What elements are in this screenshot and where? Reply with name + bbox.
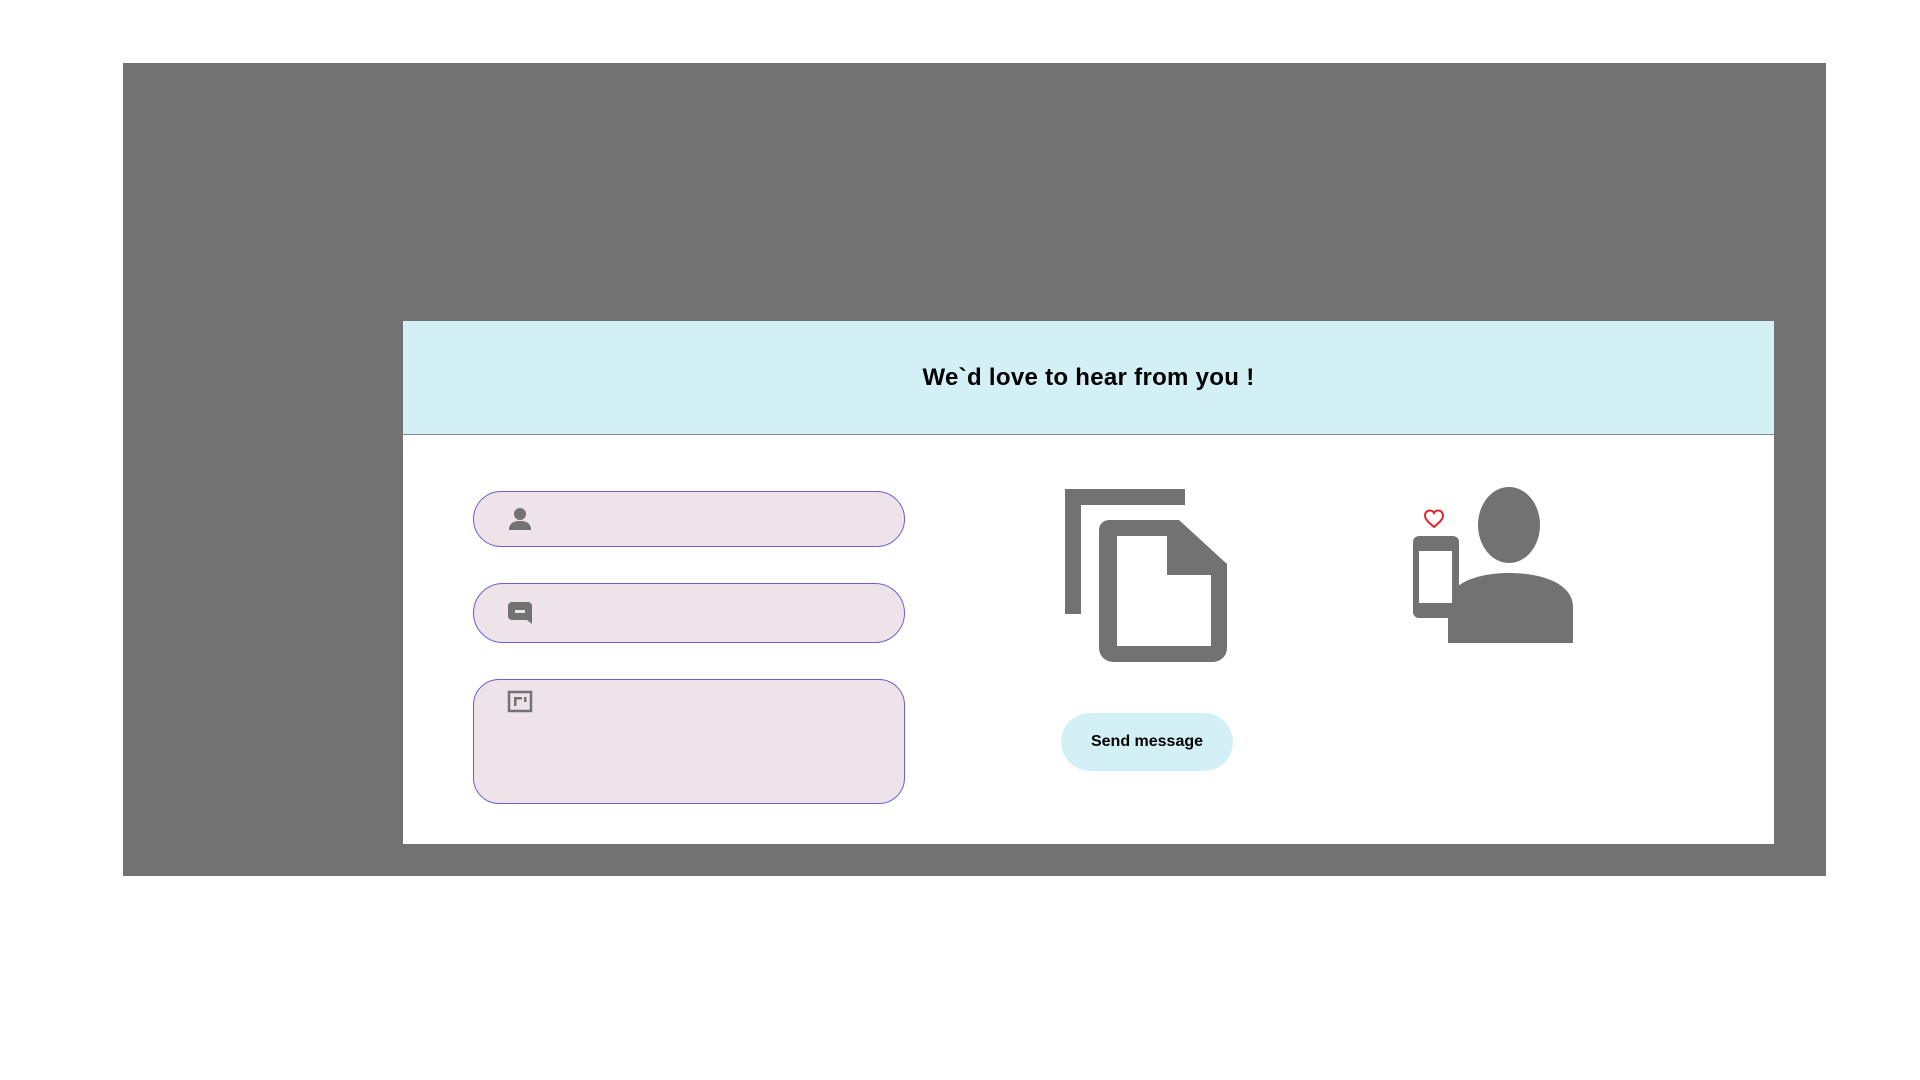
chat-bubble-icon xyxy=(506,599,534,627)
message-box-icon xyxy=(506,688,534,716)
page-title: We`d love to hear from you ! xyxy=(922,363,1255,391)
card-header: We`d love to hear from you ! xyxy=(403,321,1774,435)
send-message-button[interactable]: Send message xyxy=(1061,713,1233,771)
name-field[interactable] xyxy=(473,491,905,547)
email-field[interactable] xyxy=(473,583,905,643)
modal-backdrop: We`d love to hear from you ! Send messag… xyxy=(123,63,1826,876)
email-input[interactable] xyxy=(534,584,884,642)
message-textarea[interactable] xyxy=(534,692,884,792)
documents-icon xyxy=(1065,489,1231,663)
heart-icon xyxy=(1423,509,1445,529)
contact-card: We`d love to hear from you ! Send messag… xyxy=(403,321,1774,844)
message-field[interactable] xyxy=(473,679,905,804)
person-icon xyxy=(506,505,534,533)
name-input[interactable] xyxy=(534,492,884,546)
